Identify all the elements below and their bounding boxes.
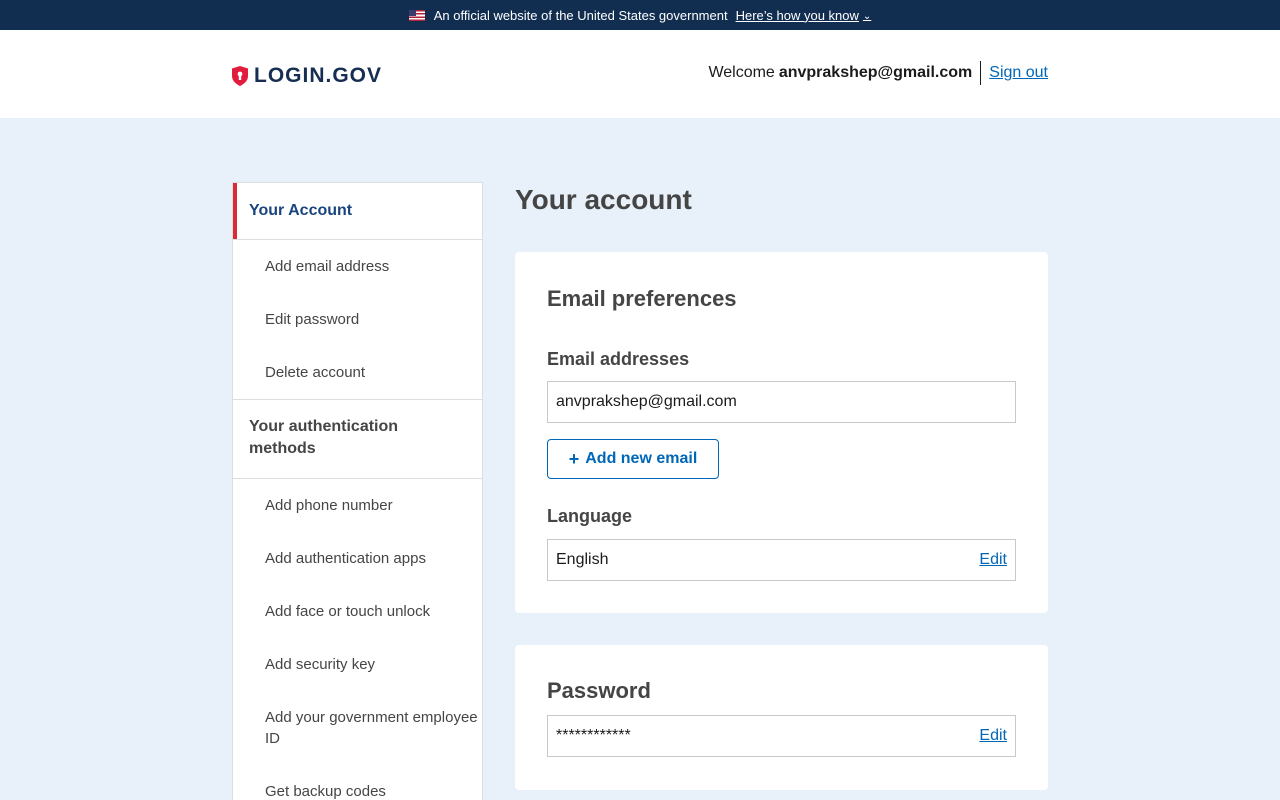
plus-icon: +	[568, 449, 580, 469]
howto-label[interactable]: Here’s how you know	[736, 8, 859, 23]
add-new-email-label: Add new email	[585, 450, 698, 467]
language-edit-link[interactable]: Edit	[979, 551, 1007, 569]
sidenav: Your Account Add email address Edit pass…	[232, 182, 483, 800]
nav-add-government-employee-id[interactable]: Add your government employee ID	[233, 691, 482, 765]
heres-how-you-know-link[interactable]: Here’s how you know ⌄	[736, 8, 872, 23]
welcome-text: Welcome	[708, 64, 775, 81]
email-preferences-card: Email preferences Email addresses anvpra…	[515, 252, 1048, 613]
user-email: anvprakshep@gmail.com	[778, 64, 973, 81]
language-label: Language	[547, 506, 633, 526]
nav-section-auth: Your authentication methods	[233, 400, 482, 479]
login-gov-logo[interactable]: LOGIN.GOV	[232, 64, 382, 88]
site-header: LOGIN.GOV Welcome anvprakshep@gmail.com …	[0, 30, 1280, 118]
logo-wordmark: LOGIN.GOV	[254, 64, 383, 87]
email-preferences-title: Email preferences	[547, 286, 737, 311]
nav-add-email-address[interactable]: Add email address	[233, 240, 482, 293]
email-address-value: anvprakshep@gmail.com	[556, 393, 737, 410]
password-field: ************ Edit	[547, 715, 1016, 757]
nav-add-security-key[interactable]: Add security key	[233, 638, 482, 691]
nav-edit-password[interactable]: Edit password	[233, 293, 482, 346]
auth-items: Add phone number Add authentication apps…	[233, 479, 482, 800]
add-new-email-button[interactable]: + Add new email	[547, 439, 719, 479]
password-value: ************	[556, 727, 631, 744]
gov-banner: An official website of the United States…	[0, 0, 1280, 30]
sign-out-link[interactable]: Sign out	[989, 64, 1048, 82]
nav-section-account: Your Account	[233, 183, 482, 240]
shield-icon	[232, 66, 248, 86]
nav-add-face-or-touch-unlock[interactable]: Add face or touch unlock	[233, 585, 482, 638]
email-address-field: anvprakshep@gmail.com	[547, 381, 1016, 423]
nav-delete-account[interactable]: Delete account	[233, 346, 482, 399]
nav-add-authentication-apps[interactable]: Add authentication apps	[233, 532, 482, 585]
password-title: Password	[547, 678, 651, 703]
language-field: English Edit	[547, 539, 1016, 581]
language-value: English	[556, 551, 609, 568]
nav-get-backup-codes[interactable]: Get backup codes	[233, 765, 482, 800]
header-divider	[980, 61, 982, 85]
nav-your-account[interactable]: Your Account	[233, 183, 482, 239]
password-edit-link[interactable]: Edit	[979, 727, 1007, 745]
user-menu: Welcome anvprakshep@gmail.com Sign out	[708, 60, 1048, 86]
password-card: Password ************ Edit	[515, 645, 1048, 790]
email-addresses-label: Email addresses	[547, 349, 690, 369]
official-site-text: An official website of the United States…	[433, 7, 728, 23]
chevron-down-icon[interactable]: ⌄	[863, 11, 871, 22]
page-title: Your account	[515, 184, 692, 215]
account-items: Add email address Edit password Delete a…	[233, 240, 482, 400]
us-flag-icon	[408, 9, 425, 21]
nav-add-phone-number[interactable]: Add phone number	[233, 479, 482, 532]
nav-your-authentication-methods[interactable]: Your authentication methods	[233, 400, 482, 478]
